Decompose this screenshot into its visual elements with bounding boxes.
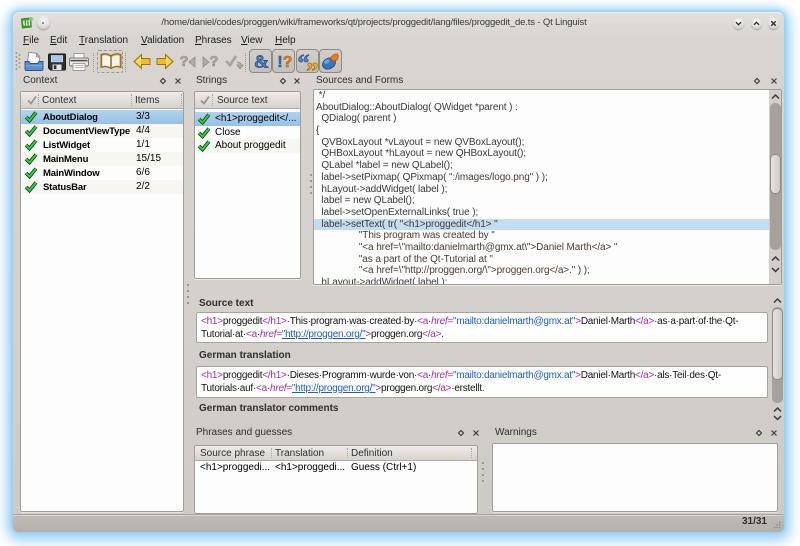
svg-text:„: „ (307, 50, 319, 72)
svg-text:?: ? (179, 53, 188, 70)
svg-text:?: ? (209, 53, 218, 70)
svg-text:&: & (254, 52, 269, 72)
svg-text:?: ? (283, 54, 293, 71)
